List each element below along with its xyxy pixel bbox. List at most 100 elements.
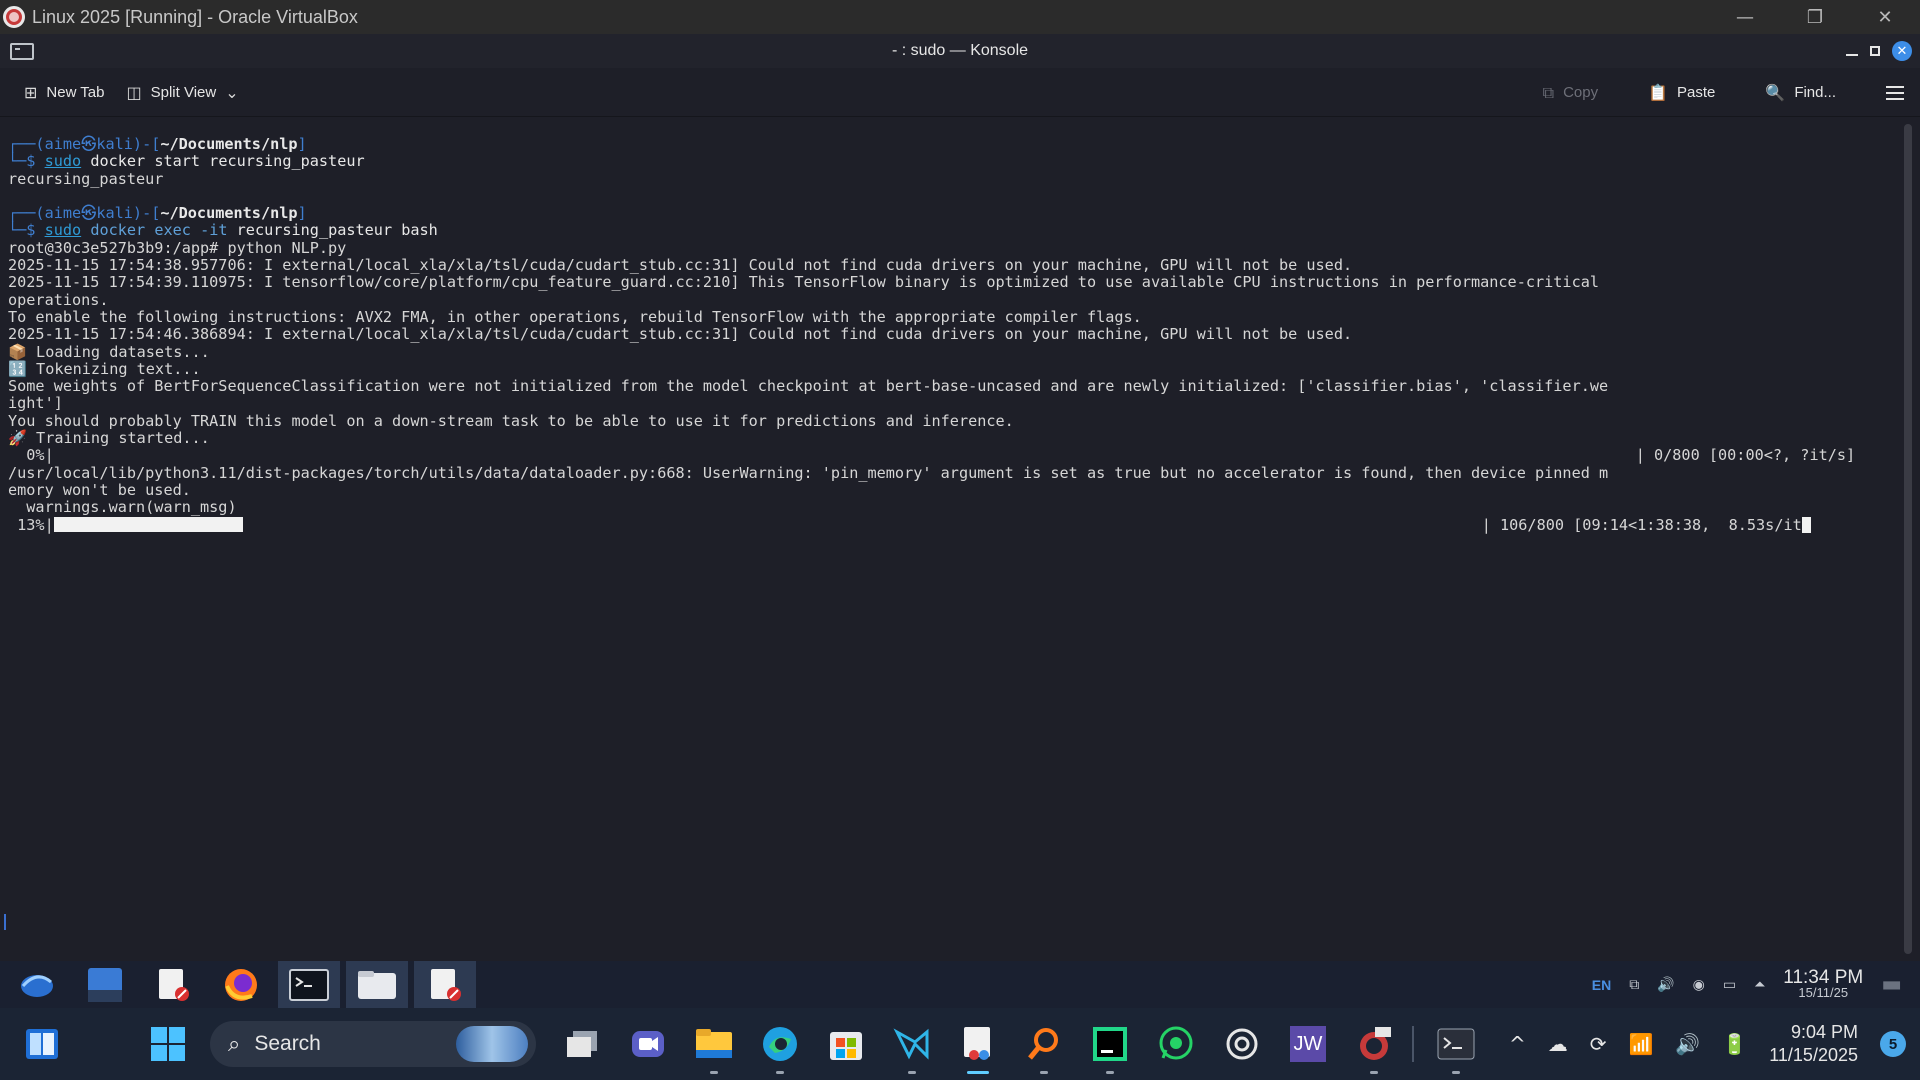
onedrive-icon[interactable]: ☁	[1548, 1032, 1568, 1056]
split-view-button[interactable]: ◫ Split View ⌄	[127, 83, 239, 102]
progress-start-status: | 0/800 [00:00<?, ?it/s]	[1635, 446, 1856, 465]
wifi-icon[interactable]: 📶	[1629, 1032, 1654, 1056]
show-desktop-icon[interactable]: ▬	[1881, 972, 1902, 997]
start-icon[interactable]	[140, 1008, 196, 1080]
store-icon[interactable]	[818, 1008, 874, 1080]
command-line: recursing_pasteur bash	[236, 221, 438, 240]
copy-label: Copy	[1563, 84, 1599, 101]
widgets-icon[interactable]	[14, 1008, 70, 1080]
snipping-tool-icon[interactable]	[950, 1008, 1006, 1080]
running-indicator	[1106, 1071, 1114, 1074]
search-icon: ⌕	[228, 1031, 241, 1057]
prompt-path: ~/Documents/nlp	[160, 135, 298, 153]
hamburger-menu-icon[interactable]	[1886, 85, 1904, 100]
copy-button[interactable]: ⧉ Copy	[1543, 83, 1598, 103]
close-icon[interactable]: ✕	[1850, 0, 1920, 34]
tray-chevron-up-icon[interactable]: ^	[1509, 1032, 1526, 1056]
command-flag: -it	[200, 221, 228, 240]
terminal-scrollbar[interactable]	[1904, 124, 1912, 954]
file-manager-icon[interactable]	[346, 961, 408, 1008]
output-line: You should probably TRAIN this model on …	[8, 411, 1014, 430]
terminal-output[interactable]: ┌──(aime㉿kali)-[~/Documents/nlp] └─$ sud…	[0, 118, 1900, 961]
vscode-icon[interactable]	[884, 1008, 940, 1080]
jw-library-label: JW	[1290, 1026, 1326, 1062]
jw-library-icon[interactable]: JW	[1280, 1008, 1336, 1080]
output-line: To enable the following instructions: AV…	[8, 307, 1142, 326]
sync-icon[interactable]: ⟳	[1590, 1032, 1607, 1056]
search-box[interactable]: ⌕ Search	[210, 1021, 536, 1067]
guest-time: 11:34 PM	[1783, 966, 1864, 988]
search-label: Search	[254, 1032, 321, 1055]
guest-clock[interactable]: 11:34 PM 15/11/25	[1783, 966, 1864, 1000]
volume-icon[interactable]: 🔊	[1657, 977, 1674, 993]
konsole-maximize-icon[interactable]	[1870, 46, 1880, 56]
prompt-path: ~/Documents/nlp	[160, 204, 298, 223]
windows-taskbar: ⌕ Search JW ^ ☁ ⟳ 📶 🔊 🔋 9:04 PM 11/15/20…	[0, 1008, 1920, 1080]
clipboard-icon[interactable]: ⧉	[1629, 977, 1639, 993]
terminal-app-icon[interactable]	[10, 43, 34, 60]
output-line: 2025-11-15 17:54:46.386894: I external/l…	[8, 325, 1353, 344]
volume-icon[interactable]: 🔊	[1675, 1032, 1700, 1056]
pycharm-icon[interactable]	[1082, 1008, 1138, 1080]
konsole-close-icon[interactable]: ✕	[1892, 41, 1912, 61]
output-line: 2025-11-15 17:54:39.110975: I tensorflow…	[8, 273, 1599, 292]
output-line: root@30c3e527b3b9:/app# python NLP.py	[8, 238, 347, 257]
whatsapp-icon[interactable]	[1148, 1008, 1204, 1080]
konsole-titlebar: - : sudo — Konsole ✕	[0, 34, 1920, 68]
search-tool-icon[interactable]	[1016, 1008, 1072, 1080]
find-button[interactable]: 🔍 Find...	[1765, 83, 1836, 102]
virtualbox-icon[interactable]	[1346, 1008, 1402, 1080]
edge-icon[interactable]	[752, 1008, 808, 1080]
task-view-icon[interactable]	[554, 1008, 610, 1080]
search-highlight-image	[456, 1026, 528, 1062]
minimize-icon[interactable]: —	[1710, 0, 1780, 34]
restore-icon[interactable]: ❐	[1780, 0, 1850, 34]
new-tab-label: New Tab	[46, 83, 105, 101]
running-indicator	[967, 1071, 989, 1074]
guest-taskbar: EN ⧉ 🔊 ◉ ▭ ⏶ 11:34 PM 15/11/25 ▬	[0, 961, 1920, 1008]
output-line: ight']	[8, 394, 63, 413]
output-line: emory won't be used.	[8, 480, 191, 499]
progress-bar-fill	[53, 516, 243, 532]
command-sudo: sudo	[44, 152, 82, 171]
paste-label: Paste	[1677, 84, 1716, 101]
output-line: warnings.warn(warn_msg)	[8, 498, 237, 517]
running-indicator	[908, 1071, 916, 1074]
find-label: Find...	[1794, 84, 1836, 101]
virtualbox-logo-icon	[3, 6, 25, 28]
notification-badge[interactable]: 5	[1880, 1031, 1906, 1057]
konsole-toolbar: ⊞ New Tab ◫ Split View ⌄ ⧉ Copy 📋 Paste …	[0, 68, 1920, 117]
file-explorer-icon[interactable]	[686, 1008, 742, 1080]
firefox-icon[interactable]	[210, 961, 272, 1008]
progress-start-label: 0%|	[8, 446, 54, 465]
battery-icon[interactable]: 🔋	[1722, 1032, 1747, 1056]
teams-icon[interactable]	[620, 1008, 676, 1080]
prompt-user: aime㉿kali	[44, 204, 133, 223]
windows-date: 11/15/2025	[1769, 1045, 1858, 1065]
windows-terminal-icon[interactable]	[1428, 1008, 1484, 1080]
output-line: 🚀 Training started...	[8, 429, 210, 448]
new-tab-icon: ⊞	[24, 82, 38, 102]
command-docker: docker exec	[90, 221, 191, 240]
running-indicator	[1370, 1071, 1378, 1074]
output-line: /usr/local/lib/python3.11/dist-packages/…	[8, 463, 1609, 482]
taskbar-divider	[1412, 1026, 1414, 1062]
output-line: recursing_pasteur	[8, 169, 164, 188]
paste-button[interactable]: 📋 Paste	[1648, 83, 1715, 102]
windows-clock[interactable]: 9:04 PM 11/15/2025	[1769, 1021, 1858, 1067]
chatgpt-icon[interactable]	[1214, 1008, 1270, 1080]
display-icon[interactable]: ▭	[1723, 977, 1736, 993]
kali-menu-icon[interactable]	[6, 961, 68, 1008]
text-editor-icon[interactable]	[142, 961, 204, 1008]
konsole-minimize-icon[interactable]	[1846, 54, 1858, 56]
tray-expand-icon[interactable]: ⏶	[1754, 977, 1765, 993]
command-sudo: sudo	[44, 221, 82, 240]
text-editor-icon[interactable]	[414, 961, 476, 1008]
terminal-icon[interactable]	[278, 961, 340, 1008]
new-tab-button[interactable]: ⊞ New Tab	[24, 83, 105, 102]
desktop-icon[interactable]	[74, 961, 136, 1008]
running-indicator	[1040, 1071, 1048, 1074]
keyboard-layout[interactable]: EN	[1592, 977, 1611, 993]
privacy-eye-icon[interactable]: ◉	[1693, 977, 1705, 993]
prompt-user: aime㉿kali	[44, 135, 133, 153]
